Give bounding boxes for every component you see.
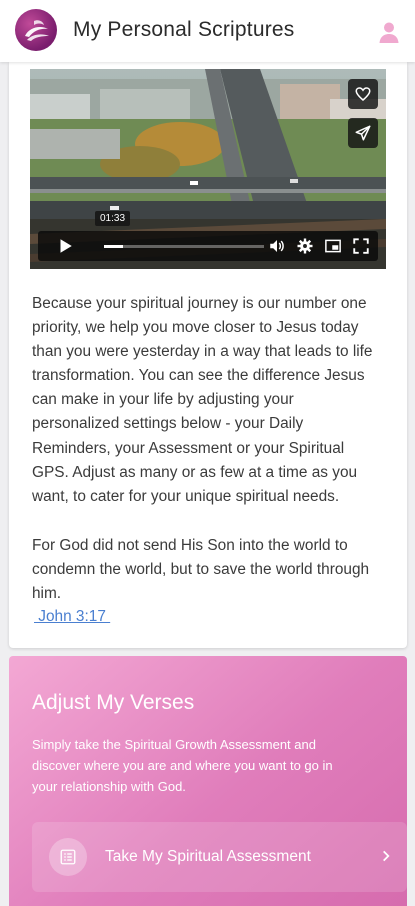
heart-icon [355,87,371,101]
progress-bar[interactable] [104,245,264,248]
adjust-title: Adjust My Verses [32,691,195,714]
picture-in-picture-icon [325,239,341,253]
volume-button[interactable] [268,237,286,255]
pip-button[interactable] [324,237,342,255]
app-title: My Personal Scriptures [73,18,295,41]
app-header: My Personal Scriptures [0,0,415,62]
adjust-verses-panel: Adjust My Verses Simply take the Spiritu… [9,656,407,906]
send-icon [355,125,371,141]
scriptures-logo[interactable] [15,9,57,51]
take-assessment-label: Take My Spiritual Assessment [105,848,311,865]
video-controls [38,231,378,261]
verse-reference-link[interactable]: John 3:17 [34,608,110,626]
volume-icon [270,240,284,252]
share-button[interactable] [348,118,378,148]
progress-fill [104,245,124,248]
video-player[interactable]: 01:33 [30,69,386,269]
time-tooltip: 01:33 [95,211,131,226]
list-icon [49,838,87,876]
user-icon[interactable] [377,20,401,44]
settings-button[interactable] [296,237,314,255]
play-icon [60,239,72,253]
fullscreen-button[interactable] [352,237,370,255]
like-button[interactable] [348,79,378,109]
adjust-description: Simply take the Spiritual Growth Assessm… [32,737,333,794]
fullscreen-icon [353,238,369,254]
intro-card: 01:33 Because your spiritual journey is … [9,62,407,648]
gear-icon [297,238,313,254]
chevron-right-icon [379,849,393,863]
intro-paragraph: Because your spiritual journey is our nu… [32,295,373,505]
take-assessment-button[interactable]: Take My Spiritual Assessment [32,822,407,892]
verse-quote: For God did not send His Son into the wo… [32,537,370,603]
play-button[interactable] [56,237,74,255]
